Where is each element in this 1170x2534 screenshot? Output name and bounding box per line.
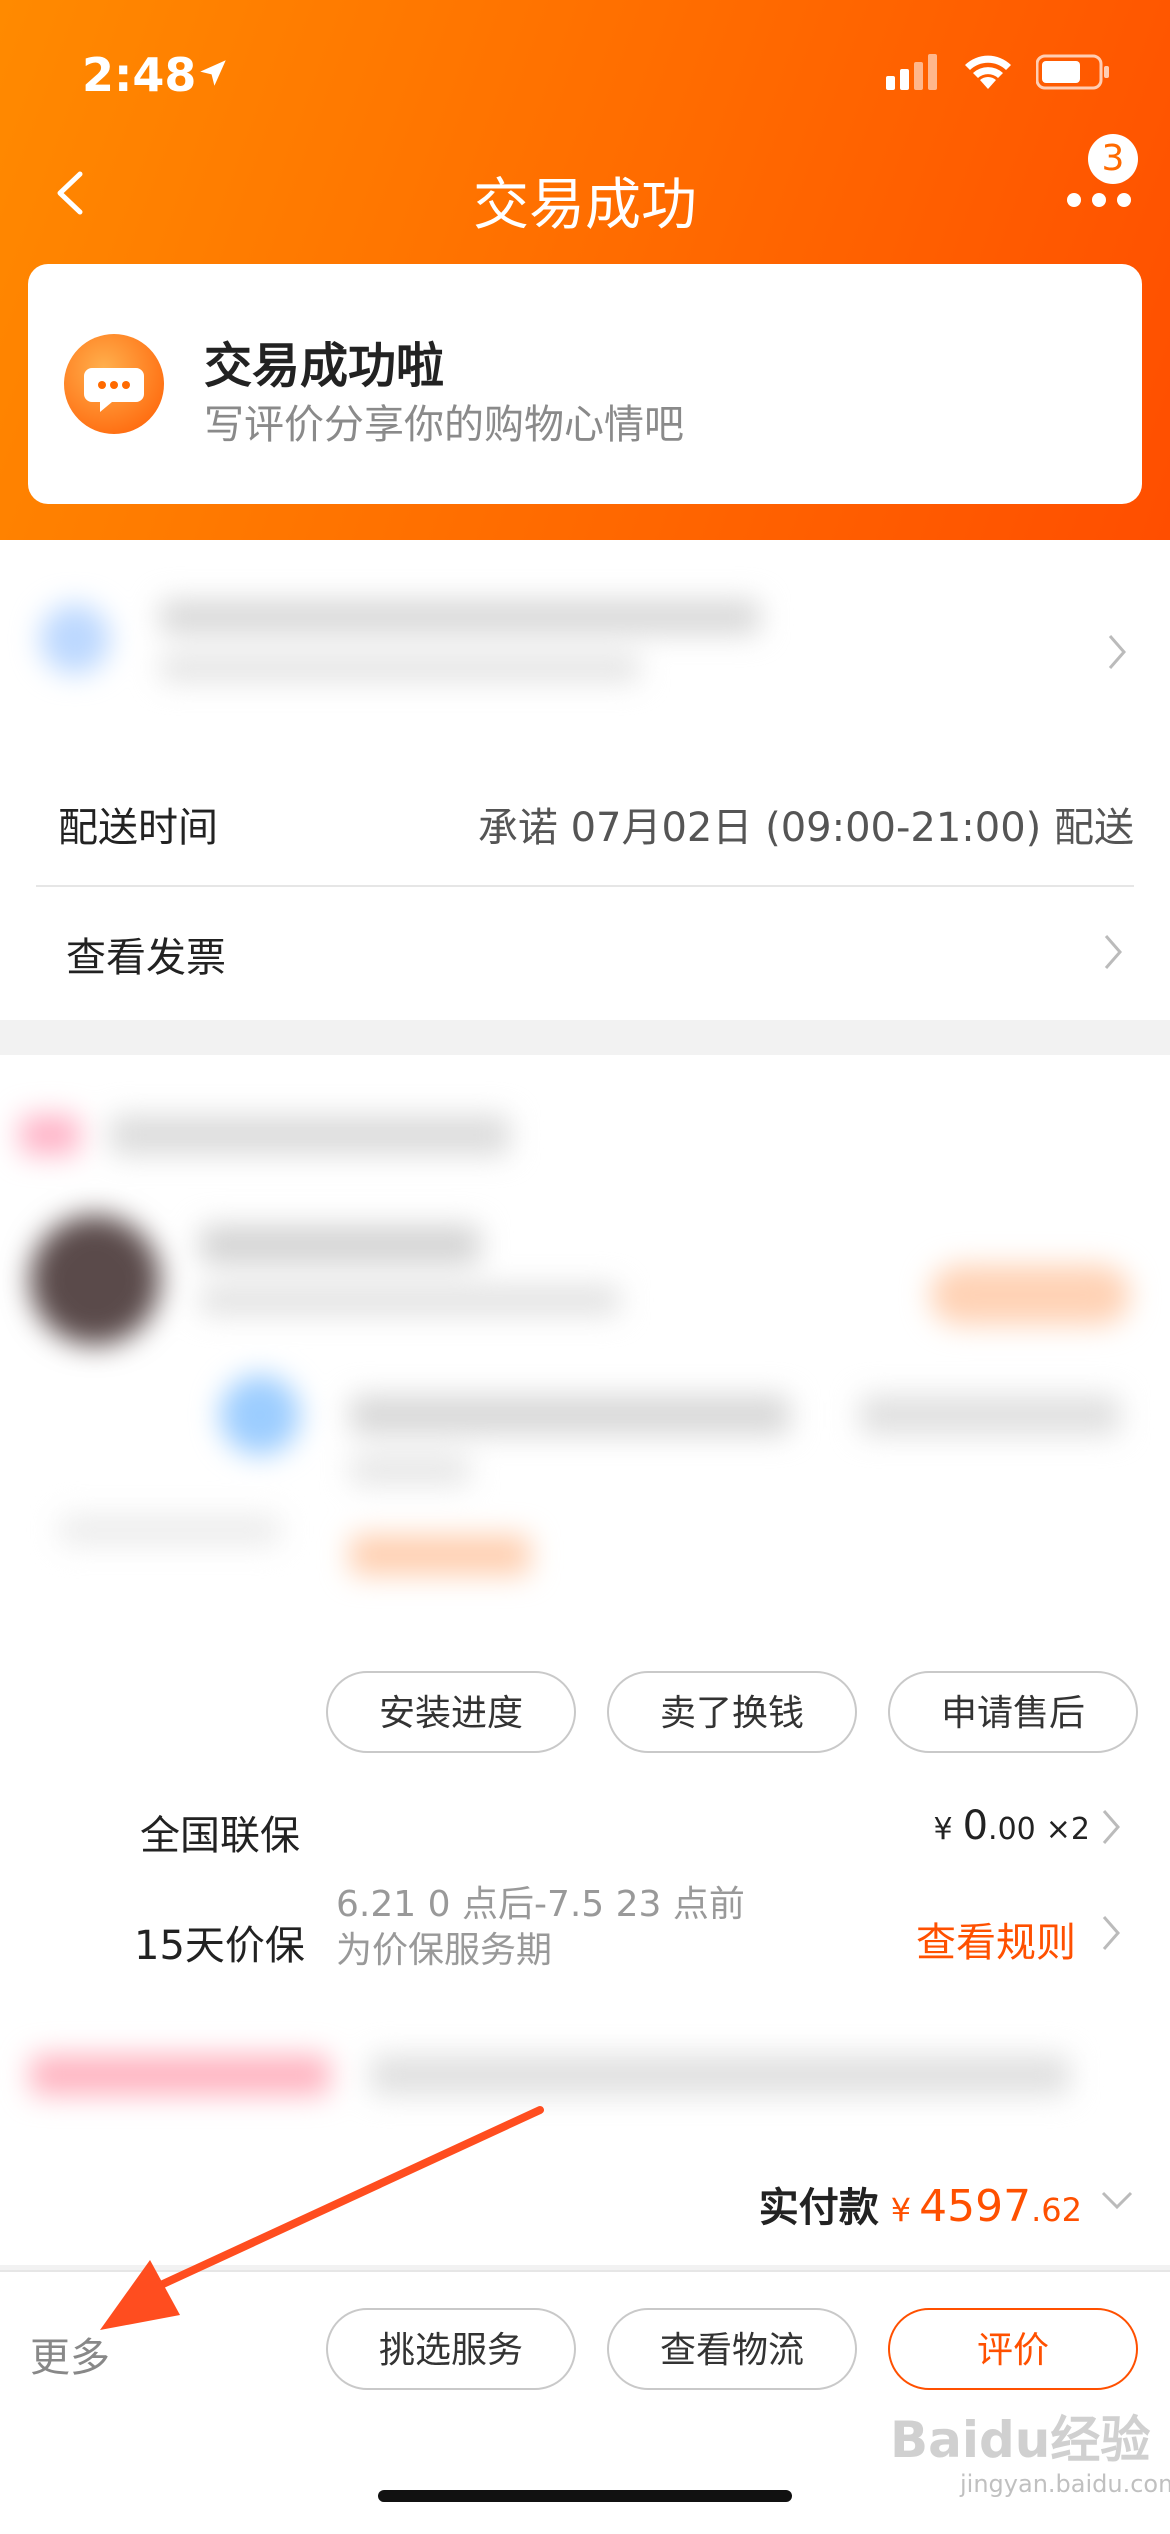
success-subtitle: 写评价分享你的购物心情吧 <box>204 402 684 448</box>
payment-amount-int: 4597 <box>919 2181 1032 2232</box>
payment-label: 实付款 <box>758 2185 879 2231</box>
quantity: ×2 <box>1045 1812 1090 1847</box>
blurred-product-info <box>0 1095 1170 1655</box>
annotation-arrow <box>100 2106 544 2330</box>
chat-bubble-icon <box>64 334 164 434</box>
sell-for-cash-button[interactable]: 卖了换钱 <box>607 1671 857 1753</box>
location-arrow-icon <box>200 60 226 86</box>
blurred-address <box>20 580 760 700</box>
page-title: 交易成功 <box>473 173 697 238</box>
currency-symbol: ¥ <box>933 1812 953 1847</box>
review-button[interactable]: 评价 <box>888 2308 1138 2390</box>
price-dec: .00 <box>988 1812 1036 1847</box>
view-logistics-button[interactable]: 查看物流 <box>607 2308 857 2390</box>
wifi-icon <box>965 55 1011 89</box>
payment-amount-dec: .62 <box>1031 2191 1082 2229</box>
watermark-logo: Baidu经验 <box>890 2411 1151 2469</box>
price-protection-desc-line2: 为价保服务期 <box>336 1930 553 1971</box>
payment-total: 实付款 ¥ 4597 .62 <box>759 2175 1082 2233</box>
chevron-right-icon[interactable] <box>1100 1807 1122 1847</box>
status-time: 2:48 <box>82 48 197 102</box>
cellular-signal-icon <box>886 54 937 90</box>
watermark-url: jingyan.baidu.com <box>960 2470 1170 2498</box>
delivery-time-value: 承诺 07月02日 (09:00-21:00) 配送 <box>477 805 1134 851</box>
battery-icon <box>1036 54 1109 90</box>
view-rules-link[interactable]: 查看规则 <box>916 1910 1076 1968</box>
delivery-section: 配送时间 承诺 07月02日 (09:00-21:00) 配送 查看发票 <box>0 540 1170 1020</box>
payment-currency: ¥ <box>890 2191 912 2229</box>
chevron-down-icon[interactable] <box>1100 2190 1134 2210</box>
warranty-price: ¥ 0 .00 ×2 <box>934 1803 1091 1849</box>
chevron-right-icon[interactable] <box>1100 1913 1122 1953</box>
more-options-icon[interactable] <box>1064 185 1134 215</box>
success-card[interactable]: 交易成功啦 写评价分享你的购物心情吧 <box>28 264 1142 504</box>
chevron-right-icon[interactable] <box>1102 932 1124 972</box>
success-title: 交易成功啦 <box>204 338 445 394</box>
home-indicator[interactable] <box>378 2490 792 2502</box>
notification-badge: 3 <box>1088 134 1138 184</box>
chevron-right-icon[interactable] <box>1106 632 1128 672</box>
status-icons <box>886 52 1110 92</box>
divider <box>36 885 1134 887</box>
warranty-label: 全国联保 <box>140 1813 300 1859</box>
request-after-sales-button[interactable]: 申请售后 <box>888 1671 1138 1753</box>
price-protection-desc-line1: 6.21 0 点后-7.5 23 点前 <box>336 1884 745 1925</box>
install-progress-button[interactable]: 安装进度 <box>326 1671 576 1753</box>
price-protection-label: 15天价保 <box>134 1923 305 1969</box>
delivery-time-label: 配送时间 <box>58 805 218 851</box>
invoice-label[interactable]: 查看发票 <box>66 925 226 983</box>
price-int: 0 <box>962 1803 989 1849</box>
